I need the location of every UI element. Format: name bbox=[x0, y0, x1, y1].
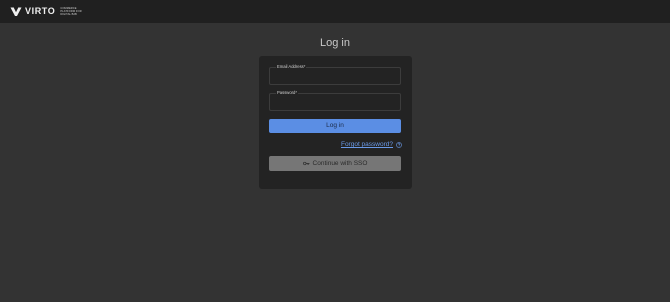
logo-text: VIRTO bbox=[25, 6, 56, 16]
login-card: Email Address* Password* Log in Forgot p… bbox=[259, 56, 412, 189]
virto-logo-icon bbox=[10, 7, 22, 16]
virto-logo[interactable]: VIRTO COMMERCE PLATFORM FOR DIGITAL B2B bbox=[10, 5, 82, 17]
sso-button[interactable]: Continue with SSO bbox=[269, 156, 401, 171]
page-title: Log in bbox=[320, 37, 350, 49]
key-icon bbox=[302, 161, 310, 166]
password-input[interactable] bbox=[270, 94, 400, 110]
email-field[interactable]: Email Address* bbox=[269, 64, 401, 85]
top-bar: VIRTO COMMERCE PLATFORM FOR DIGITAL B2B bbox=[0, 0, 670, 23]
logo-tagline: COMMERCE PLATFORM FOR DIGITAL B2B bbox=[60, 7, 81, 16]
forgot-password: Forgot password? bbox=[341, 141, 402, 149]
login-button[interactable]: Log in bbox=[269, 119, 401, 133]
password-field[interactable]: Password* bbox=[269, 90, 401, 111]
sso-button-label: Continue with SSO bbox=[312, 160, 368, 167]
forgot-password-link[interactable]: Forgot password? bbox=[341, 141, 393, 149]
logo-tagline-line: DIGITAL B2B bbox=[60, 12, 77, 16]
help-circle-icon[interactable] bbox=[396, 142, 402, 148]
email-input[interactable] bbox=[270, 68, 400, 84]
